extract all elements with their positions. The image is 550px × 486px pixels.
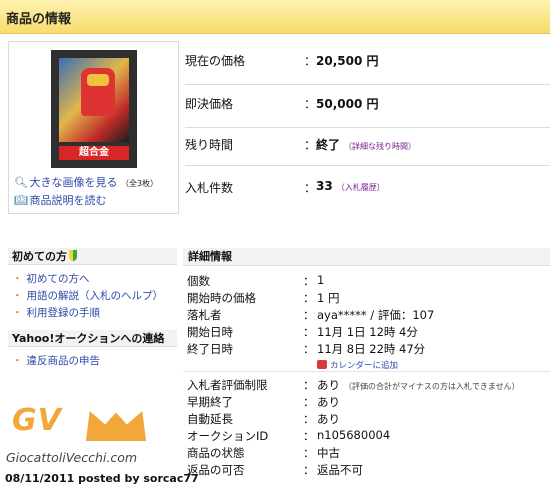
sidebar-item-report-violation[interactable]: ・違反商品の申告	[12, 353, 100, 368]
add-to-calendar-link[interactable]: カレンダーに追加	[317, 359, 398, 371]
details-heading: 詳細情報	[183, 248, 550, 266]
detail-label: 自動延長	[187, 412, 233, 426]
view-large-image-label[interactable]: 大きな画像を見る	[30, 176, 118, 189]
site-watermark: GV GiocattoliVecchi.com	[2, 403, 172, 473]
sidebar-item-glossary[interactable]: ・用語の解説（入札のヘルプ）	[12, 288, 163, 303]
section-header: 商品の情報	[0, 0, 550, 34]
detail-label: 落札者	[187, 308, 222, 322]
rating-limit-note: （評価の合計がマイナスの方は入札できません）	[344, 382, 520, 391]
return-policy: 返品不可	[317, 463, 363, 477]
sidebar-item-beginner-guide[interactable]: ・初めての方へ	[12, 271, 90, 286]
section-title: 商品の情報	[6, 12, 72, 27]
post-credit: 08/11/2011 posted by sorcac77	[5, 472, 199, 485]
detail-value: あり	[317, 395, 340, 409]
read-description-link[interactable]: 📖︎ 商品説明を読む	[14, 192, 107, 208]
detail-label: 個数	[187, 274, 210, 288]
detail-label: 早期終了	[187, 395, 233, 409]
magnifier-icon: 🔍︎	[14, 176, 28, 189]
sidebar-item-registration[interactable]: ・利用登録の手順	[12, 305, 100, 320]
detail-value: 1 円	[317, 291, 340, 305]
robot-figure	[81, 68, 115, 116]
detail-label: 入札者評価制限	[187, 378, 268, 392]
summary-row-time-left: 残り時間 ： 終了 （詳細な残り時間）	[185, 135, 550, 166]
time-detail-link[interactable]: （詳細な残り時間）	[344, 142, 416, 151]
crown-icon	[86, 411, 146, 441]
detail-label: オークションID	[187, 429, 269, 443]
product-photo[interactable]: 超合金	[51, 50, 137, 168]
read-description-label[interactable]: 商品説明を読む	[30, 194, 107, 207]
contact-heading: Yahoo!オークションへの連絡	[8, 330, 177, 347]
summary-row-buyout-price: 即決価格 ： 50,000 円	[185, 94, 550, 128]
calendar-icon	[317, 360, 327, 369]
book-icon: 📖︎	[14, 194, 28, 207]
detail-value: 1	[317, 273, 325, 287]
product-box-label: 超合金	[59, 146, 129, 160]
detail-label: 開始時の価格	[187, 291, 256, 305]
bid-count: 33	[316, 179, 333, 193]
auction-id: n105680004	[317, 428, 391, 442]
end-datetime: 11月 8日 22時 47分	[317, 342, 426, 356]
detail-label: 開始日時	[187, 325, 233, 339]
view-large-image-link[interactable]: 🔍︎ 大きな画像を見る （全3枚）	[14, 174, 158, 190]
beginner-heading: 初めての方	[8, 248, 177, 265]
summary-row-bid-count: 入札件数 ： 33 （入札履歴）	[185, 179, 385, 195]
start-datetime: 11月 1日 12時 4分	[317, 325, 418, 339]
image-count: （全3枚）	[121, 179, 159, 188]
buyout-price: 50,000 円	[316, 97, 379, 111]
bidder-rating-limit: あり	[317, 378, 340, 392]
current-price: 20,500 円	[316, 54, 379, 68]
watermark-logo: GV	[12, 403, 62, 438]
beginner-leaf-icon	[69, 250, 77, 261]
watermark-site: GiocattoliVecchi.com	[6, 450, 138, 465]
bid-history-link[interactable]: （入札履歴）	[337, 183, 385, 192]
detail-label: 商品の状態	[187, 446, 245, 460]
summary-row-current-price: 現在の価格 ： 20,500 円	[185, 51, 550, 85]
time-left: 終了	[316, 138, 341, 152]
detail-value: あり	[317, 412, 340, 426]
winning-bidder: aya***** / 評価：107	[317, 308, 435, 322]
item-condition: 中古	[317, 446, 340, 460]
detail-label: 終了日時	[187, 342, 233, 356]
divider	[183, 371, 550, 372]
